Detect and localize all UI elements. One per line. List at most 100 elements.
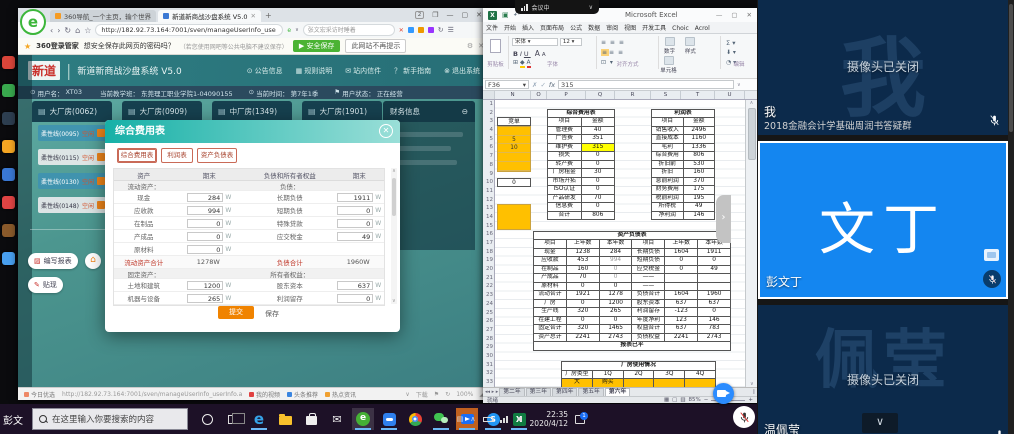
network-icon[interactable] (500, 416, 508, 423)
ribbon-tab[interactable]: 插入 (519, 22, 537, 33)
value-input[interactable]: 49 (337, 232, 373, 241)
row-number[interactable]: 15 (483, 222, 494, 231)
chevron-down-icon[interactable]: ∨ (295, 27, 299, 33)
bold-button[interactable]: B (513, 50, 520, 58)
table-row[interactable]: 应收款453994短期负债00 (534, 257, 731, 266)
font-size-select[interactable]: 12 ▾ (560, 38, 582, 46)
download-icon[interactable]: ∨ (405, 391, 409, 398)
save-icon[interactable]: ▣ (502, 11, 509, 19)
table-row[interactable]: 销售收入2496 (652, 126, 715, 135)
dismiss-button[interactable]: 此网站不再提示 (345, 39, 406, 53)
expand-formula-icon[interactable]: ∨ (737, 82, 741, 88)
desktop-icon[interactable] (2, 84, 15, 97)
value-input[interactable]: 0 (337, 294, 373, 303)
table-row[interactable]: 息前利润370 (652, 177, 715, 186)
taskbar-cortana-button[interactable] (196, 408, 218, 430)
table-row[interactable]: 产成品700—— (534, 274, 731, 283)
refresh-icon[interactable]: ↻ (445, 391, 450, 398)
meeting-scrollbar[interactable] (1008, 0, 1014, 434)
enter-icon[interactable]: ✓ (540, 81, 545, 89)
row-number[interactable]: 30 (483, 352, 494, 361)
cell[interactable]: 10 (498, 144, 530, 153)
zoom-percentage[interactable]: 85% (689, 397, 701, 403)
cell-line-label[interactable]: 产线 (495, 196, 496, 204)
factory-usage-table[interactable]: 厂房使用情况 厂房类型1Q2Q3Q4Q 大购买大购买 (561, 361, 716, 387)
cell-calc-value[interactable]: 0 (497, 178, 531, 187)
ribbon-tab[interactable]: 文件 (483, 22, 501, 33)
notification-center-icon[interactable]: 1 (575, 415, 585, 424)
status-home-link[interactable]: 今日优选 (24, 390, 55, 399)
table-row[interactable]: 综合费用806 (652, 152, 715, 161)
column-headers[interactable]: NOPQRSTU (483, 91, 757, 100)
extension-icon[interactable]: e (287, 27, 291, 34)
ribbon-tab[interactable]: 公式 (567, 22, 585, 33)
browser-tab-home[interactable]: 360导航_一个主页，输个世界 (50, 10, 156, 22)
cell[interactable]: 5 (498, 136, 530, 145)
value-input[interactable]: 637 (337, 281, 373, 290)
value-input[interactable]: 0 (187, 232, 223, 241)
factory-tab[interactable]: ▤ 大厂房(0062) (32, 101, 112, 122)
toolbar-extension-icon[interactable] (418, 27, 424, 33)
table-row[interactable]: 转产费0 (548, 160, 615, 169)
save-button[interactable]: 保存 (265, 309, 279, 319)
finance-info-panel-header[interactable]: 财务信息 ⊖ (383, 101, 475, 122)
flag-icon[interactable]: ⚑ (434, 391, 439, 398)
ribbon-tab[interactable]: 数据 (585, 22, 603, 33)
desktop-icon[interactable] (2, 56, 15, 69)
row-number[interactable]: 21 (483, 274, 494, 283)
ribbon-tab[interactable]: 审阅 (603, 22, 621, 33)
sheet-tab[interactable]: 第五年 (578, 388, 603, 396)
status-link[interactable]: 头条推荐 (287, 390, 318, 399)
scroll-thumb[interactable] (748, 108, 756, 160)
cancel-icon[interactable]: ✗ (532, 81, 537, 89)
taskbar-360browser-button[interactable]: e (352, 408, 374, 430)
production-line-item[interactable]: 柔性线(0130) 空闲 (38, 173, 106, 189)
sheet-nav-icons[interactable]: ◂◂ ▸ ▸ (485, 389, 498, 395)
ribbon-tab[interactable]: 开始 (501, 22, 519, 33)
table-row[interactable]: 大购买 (562, 379, 716, 388)
table-row[interactable]: 在建工程00年度净利123146 (534, 316, 731, 325)
modal-tab-expense[interactable]: 综合费用表 (117, 148, 157, 163)
browser-maximize-button[interactable]: ▢ (462, 11, 469, 19)
download-label[interactable]: 下载 (416, 390, 428, 399)
browser-close-button[interactable]: ✕ (476, 11, 482, 19)
styles-button[interactable]: 样式 (681, 36, 700, 55)
table-row[interactable]: 直接成本1160 (652, 135, 715, 144)
home-button[interactable]: ⌂ (85, 253, 101, 269)
table-row[interactable]: 在制品1600应交税金049 (534, 265, 731, 274)
value-input[interactable]: 0 (187, 245, 223, 254)
number-format-button[interactable]: 数字 (660, 36, 679, 55)
write-report-button[interactable]: ▨ 编写报表 (28, 253, 78, 269)
modal-scrollbar[interactable]: ∧ ∨ (391, 168, 397, 304)
excel-close-button[interactable]: ✕ (747, 11, 752, 19)
production-line-item[interactable]: 柔性线(0095) 空闲 (38, 125, 106, 141)
sheet-tab[interactable]: 第二年 (499, 388, 524, 396)
row-number[interactable]: 18 (483, 248, 494, 257)
scroll-thumb[interactable] (1009, 4, 1013, 132)
table-row[interactable]: 折旧前530 (652, 160, 715, 169)
value-input[interactable]: 265 (187, 294, 223, 303)
table-row[interactable]: 信息费0 (548, 203, 615, 212)
row-number[interactable]: 2 (483, 109, 494, 118)
scroll-down-icon[interactable]: ∨ (392, 298, 396, 304)
spreadsheet-grid[interactable]: 竞单 510 计算 0 产线 货线 综合费用表 项目金额 管理费40广告费351… (495, 100, 745, 387)
zoom-in-icon[interactable]: + (748, 397, 753, 403)
value-input[interactable]: 284 (187, 193, 223, 202)
name-box[interactable]: F36 ▾ (485, 80, 529, 89)
excel-vertical-scrollbar[interactable]: ∧ ∨ (745, 100, 757, 387)
paste-icon[interactable] (490, 39, 501, 53)
factory-tab[interactable]: ▤ 大厂房(0909) (122, 101, 202, 122)
align-middle-buttons[interactable]: ≡ ≡ ≡ (601, 49, 624, 56)
mic-muted-icon[interactable] (983, 270, 1001, 288)
table-row[interactable]: 净利润146 (652, 211, 715, 220)
more-participants-button[interactable]: ∨ (862, 413, 898, 433)
row-number[interactable]: 25 (483, 309, 494, 318)
cell-bid-header[interactable]: 竞单 (497, 117, 531, 126)
volume-icon[interactable] (515, 416, 523, 423)
table-row[interactable]: 产品研发70 (548, 194, 615, 203)
zoom-level[interactable]: 100% (456, 391, 473, 398)
browser-tab-active[interactable]: 新道新商战沙盘系统 V5.0 ✕ (158, 10, 261, 22)
row-number[interactable]: 23 (483, 291, 494, 300)
row-number[interactable]: 8 (483, 161, 494, 170)
view-layout-icon[interactable]: ▢ (672, 397, 677, 403)
